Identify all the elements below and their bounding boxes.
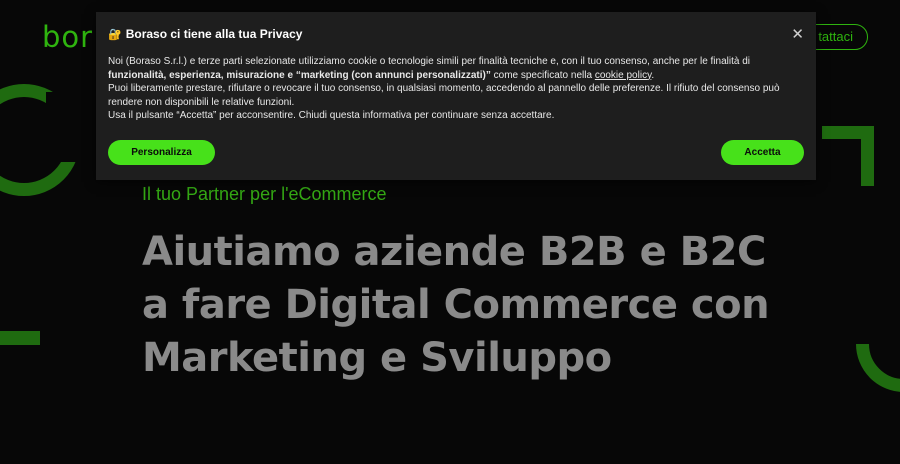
hero-tagline: Il tuo Partner per l'eCommerce [142,184,387,204]
close-button[interactable]: ✕ [791,26,804,42]
personalize-button[interactable]: Personalizza [108,140,215,165]
cookie-text: Noi (Boraso S.r.l.) e terze parti selezi… [108,55,804,123]
cookie-policy-link[interactable]: cookie policy [595,70,652,81]
cookie-text-intro: Noi (Boraso S.r.l.) e terze parti selezi… [108,56,750,67]
cookie-banner-title-text: Boraso ci tiene alla tua Privacy [125,27,303,41]
cookie-banner: 🔐 Boraso ci tiene alla tua Privacy ✕ Noi… [96,12,816,180]
decorative-corner-right [822,126,874,186]
lock-icon: 🔐 [108,28,122,41]
cookie-text-consent: Puoi liberamente prestare, rifiutare o r… [108,83,780,108]
decorative-arc-right-mask [856,296,900,344]
accept-button[interactable]: Accetta [721,140,804,165]
hero-title: Aiutiamo aziende B2B e B2C a fare Digita… [142,229,770,381]
cookie-text-accept-hint: Usa il pulsante “Accetta” per acconsenti… [108,110,555,121]
decorative-bar-left [0,331,40,345]
cookie-banner-title: 🔐 Boraso ci tiene alla tua Privacy [108,27,804,41]
cookie-text-mid: come specificato nella [490,69,595,81]
site-logo[interactable]: bor [42,22,93,52]
cookie-text-purposes: funzionalità, esperienza, misurazione e … [108,69,491,81]
cookie-text-period: . [651,69,655,81]
page: bor tattaci Il tuo Partner per l'eCommer… [0,0,900,464]
